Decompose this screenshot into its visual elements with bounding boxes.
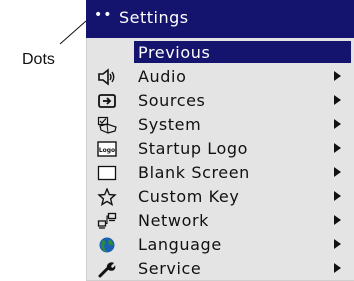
wrench-icon: [97, 259, 117, 278]
logo-icon-text: Logo: [99, 147, 115, 154]
submenu-arrow-icon: [334, 119, 341, 129]
menu-item-service[interactable]: Service: [86, 257, 354, 280]
menu-item-sources[interactable]: Sources: [86, 89, 354, 112]
menu-item-audio[interactable]: Audio: [86, 65, 354, 88]
dots-callout-label: Dots: [22, 51, 55, 68]
menu-item-label: Service: [138, 259, 202, 278]
speaker-icon: [97, 67, 117, 86]
source-input-icon: [97, 91, 117, 110]
submenu-arrow-icon: [334, 167, 341, 177]
globe-icon: [97, 235, 117, 254]
menu-dots-indicator: ••: [94, 7, 113, 23]
submenu-arrow-icon: [334, 71, 341, 81]
menu-item-label: System: [138, 115, 202, 134]
menu-item-label: Blank Screen: [138, 163, 250, 182]
menu-item-network[interactable]: Network: [86, 209, 354, 232]
menu-item-label: Language: [138, 235, 222, 254]
menu-item-label: Audio: [138, 67, 187, 86]
menu-item-label: Previous: [138, 43, 211, 62]
submenu-arrow-icon: [334, 191, 341, 201]
menu-item-language[interactable]: Language: [86, 233, 354, 256]
menu-item-blank-screen[interactable]: Blank Screen: [86, 161, 354, 184]
menu-item-previous[interactable]: Previous: [86, 41, 354, 64]
menu-item-system[interactable]: System: [86, 113, 354, 136]
menu-title: Settings: [119, 8, 189, 27]
menu-item-startup-logo[interactable]: Logo Startup Logo: [86, 137, 354, 160]
submenu-arrow-icon: [334, 95, 341, 105]
settings-menu: •• Settings Previous Audio Sources Syste…: [86, 0, 354, 281]
blank-screen-icon: [97, 163, 117, 182]
menu-item-label: Sources: [138, 91, 206, 110]
system-icon: [97, 115, 117, 134]
menu-item-custom-key[interactable]: Custom Key: [86, 185, 354, 208]
submenu-arrow-icon: [334, 239, 341, 249]
menu-item-label: Network: [138, 211, 210, 230]
logo-icon: Logo: [97, 139, 117, 158]
submenu-arrow-icon: [334, 263, 341, 273]
menu-item-label: Custom Key: [138, 187, 240, 206]
star-icon: [97, 187, 117, 206]
network-icon: [97, 211, 117, 230]
menu-header: •• Settings: [86, 0, 354, 38]
menu-item-label: Startup Logo: [138, 139, 249, 158]
submenu-arrow-icon: [334, 215, 341, 225]
submenu-arrow-icon: [334, 143, 341, 153]
